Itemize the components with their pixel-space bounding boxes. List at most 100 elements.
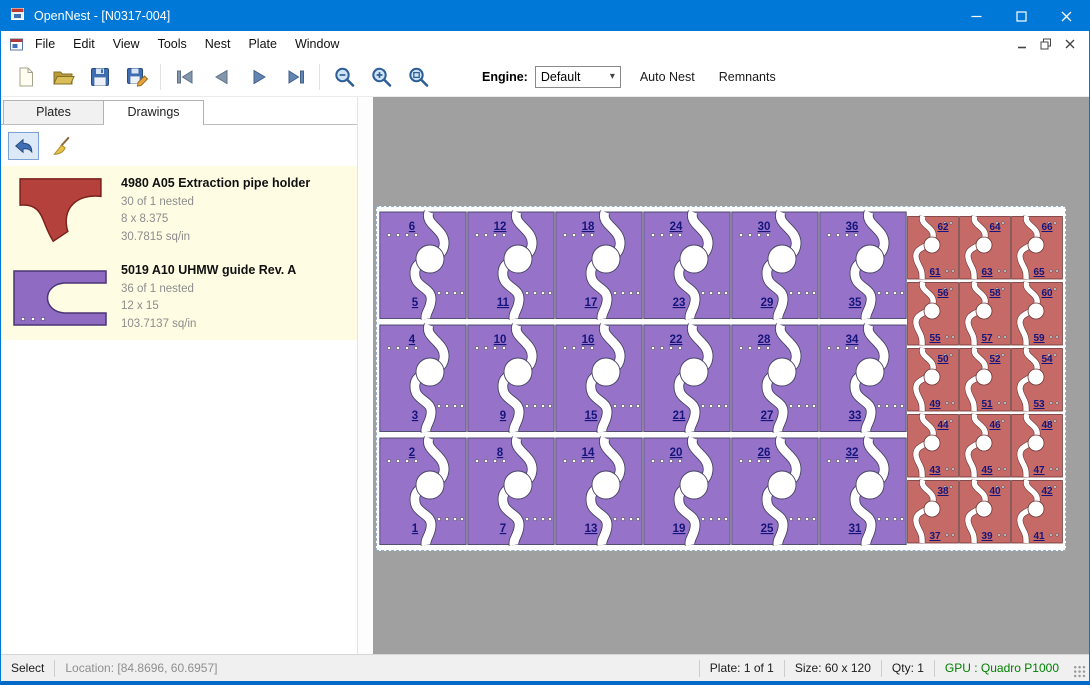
nested-part-pair[interactable]: 22 21	[643, 322, 731, 435]
previous-plate-button[interactable]	[203, 61, 240, 93]
svg-text:5: 5	[412, 297, 419, 309]
engine-select[interactable]: Default ▾	[535, 66, 621, 88]
remnants-button[interactable]: Remnants	[714, 66, 781, 88]
svg-text:42: 42	[1041, 486, 1053, 497]
menu-plate[interactable]: Plate	[239, 33, 286, 55]
drawing-item[interactable]: 4980 A05 Extraction pipe holder 30 of 1 …	[1, 166, 357, 256]
svg-text:7: 7	[500, 523, 506, 535]
nested-part-pair[interactable]: 8 7	[467, 435, 555, 548]
svg-text:15: 15	[585, 410, 598, 422]
svg-text:29: 29	[761, 297, 774, 309]
nested-part-pair[interactable]: 38 37	[907, 479, 959, 545]
nested-part-pair[interactable]: 26 25	[731, 435, 819, 548]
svg-text:24: 24	[670, 221, 683, 233]
import-drawing-button[interactable]	[8, 132, 39, 160]
nested-part-pair[interactable]: 44 43	[907, 413, 959, 479]
plate[interactable]: 6 5 12 11 18 17 24 23 30 29 36 35 4 3 10…	[376, 206, 1066, 551]
nested-part-pair[interactable]: 10 9	[467, 322, 555, 435]
auto-nest-button[interactable]: Auto Nest	[635, 66, 700, 88]
svg-text:62: 62	[937, 222, 949, 233]
svg-text:47: 47	[1033, 465, 1045, 476]
svg-text:54: 54	[1041, 354, 1053, 365]
clean-drawings-button[interactable]	[46, 132, 77, 160]
svg-text:43: 43	[929, 465, 941, 476]
nested-part-pair[interactable]: 54 53	[1011, 347, 1063, 413]
svg-text:45: 45	[981, 465, 993, 476]
nested-part-pair[interactable]: 24 23	[643, 209, 731, 322]
last-plate-button[interactable]	[277, 61, 314, 93]
nested-part-pair[interactable]: 20 19	[643, 435, 731, 548]
nested-part-pair[interactable]: 50 49	[907, 347, 959, 413]
menu-view[interactable]: View	[104, 33, 149, 55]
open-button[interactable]	[44, 61, 81, 93]
save-as-button[interactable]	[118, 61, 155, 93]
status-mode: Select	[1, 661, 54, 675]
svg-text:35: 35	[849, 297, 862, 309]
nested-part-pair[interactable]: 40 39	[959, 479, 1011, 545]
menu-file[interactable]: File	[26, 33, 64, 55]
nested-part-pair[interactable]: 28 27	[731, 322, 819, 435]
nested-part-pair[interactable]: 30 29	[731, 209, 819, 322]
zoom-fit-button[interactable]	[399, 61, 436, 93]
svg-text:55: 55	[929, 333, 941, 344]
drawing-item[interactable]: 5019 A10 UHMW guide Rev. A 36 of 1 neste…	[1, 256, 357, 340]
tab-drawings[interactable]: Drawings	[103, 100, 204, 125]
red-parts-grid: 62 61 64 63 66 65 56 55 58 57 60 59 50 4…	[907, 215, 1063, 545]
nested-part-pair[interactable]: 66 65	[1011, 215, 1063, 281]
svg-text:53: 53	[1033, 399, 1045, 410]
nested-part-pair[interactable]: 18 17	[555, 209, 643, 322]
nested-part-pair[interactable]: 64 63	[959, 215, 1011, 281]
mdi-restore-button[interactable]	[1034, 34, 1058, 54]
nested-part-pair[interactable]: 62 61	[907, 215, 959, 281]
panel-splitter[interactable]	[357, 97, 373, 654]
nested-part-pair[interactable]: 32 31	[819, 435, 907, 548]
tab-plates[interactable]: Plates	[3, 100, 104, 124]
new-button[interactable]	[7, 61, 44, 93]
title-bar[interactable]: OpenNest - [N0317-004]	[1, 1, 1089, 31]
save-button[interactable]	[81, 61, 118, 93]
drawing-info: 4980 A05 Extraction pipe holder 30 of 1 …	[121, 176, 310, 246]
svg-text:61: 61	[929, 267, 941, 278]
mdi-minimize-button[interactable]	[1010, 34, 1034, 54]
nested-part-pair[interactable]: 56 55	[907, 281, 959, 347]
nested-part-pair[interactable]: 14 13	[555, 435, 643, 548]
svg-text:11: 11	[497, 297, 510, 309]
menu-tools[interactable]: Tools	[149, 33, 196, 55]
minimize-button[interactable]	[954, 1, 999, 31]
nested-part-pair[interactable]: 48 47	[1011, 413, 1063, 479]
purple-parts-grid: 6 5 12 11 18 17 24 23 30 29 36 35 4 3 10…	[379, 209, 907, 548]
mdi-close-button[interactable]	[1058, 34, 1082, 54]
resize-grip[interactable]	[1073, 665, 1087, 679]
drawing-list: 4980 A05 Extraction pipe holder 30 of 1 …	[1, 166, 357, 340]
nested-part-pair[interactable]: 46 45	[959, 413, 1011, 479]
zoom-out-button[interactable]	[325, 61, 362, 93]
maximize-button[interactable]	[999, 1, 1044, 31]
document-icon	[6, 37, 26, 52]
zoom-out-magnifier-icon	[332, 65, 356, 89]
svg-text:18: 18	[582, 221, 595, 233]
menu-nest[interactable]: Nest	[196, 33, 240, 55]
svg-text:50: 50	[937, 354, 949, 365]
close-button[interactable]	[1044, 1, 1089, 31]
nested-part-pair[interactable]: 52 51	[959, 347, 1011, 413]
menu-edit[interactable]: Edit	[64, 33, 104, 55]
nested-part-pair[interactable]: 4 3	[379, 322, 467, 435]
nested-part-pair[interactable]: 12 11	[467, 209, 555, 322]
menu-window[interactable]: Window	[286, 33, 348, 55]
engine-value: Default	[541, 70, 581, 84]
nested-part-pair[interactable]: 60 59	[1011, 281, 1063, 347]
first-plate-button[interactable]	[166, 61, 203, 93]
nested-part-pair[interactable]: 42 41	[1011, 479, 1063, 545]
next-plate-button[interactable]	[240, 61, 277, 93]
nested-part-pair[interactable]: 36 35	[819, 209, 907, 322]
drawing-title: 4980 A05 Extraction pipe holder	[121, 176, 310, 190]
mdi-window-controls	[1010, 34, 1084, 54]
nested-part-pair[interactable]: 6 5	[379, 209, 467, 322]
nesting-canvas[interactable]: 6 5 12 11 18 17 24 23 30 29 36 35 4 3 10…	[373, 97, 1089, 654]
nested-part-pair[interactable]: 16 15	[555, 322, 643, 435]
svg-text:10: 10	[494, 334, 507, 346]
nested-part-pair[interactable]: 58 57	[959, 281, 1011, 347]
nested-part-pair[interactable]: 2 1	[379, 435, 467, 548]
nested-part-pair[interactable]: 34 33	[819, 322, 907, 435]
zoom-in-button[interactable]	[362, 61, 399, 93]
